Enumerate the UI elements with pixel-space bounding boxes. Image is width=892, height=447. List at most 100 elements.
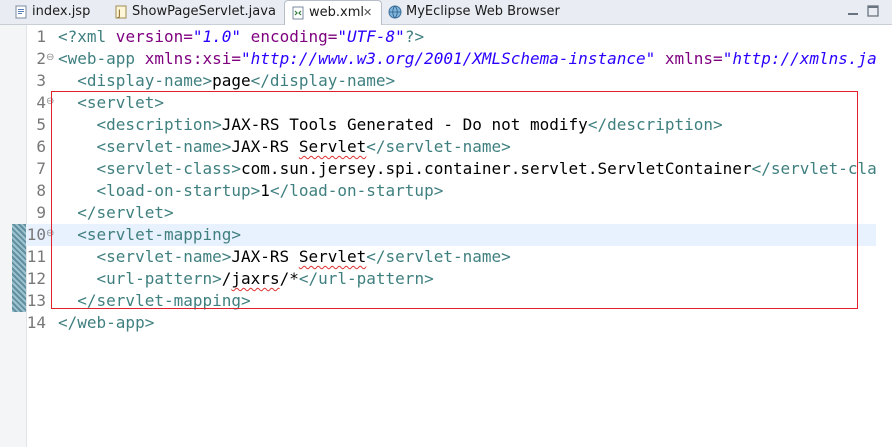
close-icon[interactable]: ✕ [363,3,372,23]
fold-toggle-icon[interactable]: ⊖ [46,97,54,107]
maximize-icon[interactable] [866,4,880,18]
code-line[interactable]: 9 </servlet> [0,202,892,224]
code-token: /* [279,269,299,288]
line-number: 2 [36,49,46,68]
minimize-icon[interactable] [846,4,860,18]
code-text: <display-name>page</display-name> [58,70,395,92]
code-token: Servlet [298,137,367,156]
tab-label: index.jsp [32,4,91,19]
fold-toggle-icon[interactable]: ⊖ [46,229,54,239]
line-number: 12 [26,269,46,288]
code-token: <servlet> [77,93,164,112]
code-token: com.sun.jersey.spi.container.servlet.Ser… [241,159,752,178]
code-text: <url-pattern>/jaxrs/*</url-pattern> [58,268,434,290]
code-line[interactable]: 7 <servlet-class>com.sun.jersey.spi.cont… [0,158,892,180]
code-token: xmlns= [655,49,723,68]
line-number: 4 [36,93,46,112]
code-token: 1 [260,181,270,200]
code-text: <load-on-startup>1</load-on-startup> [58,180,444,202]
code-token: </servlet-name> [366,247,511,266]
code-token: JAX-RS [231,137,299,156]
code-token: "http://xmlns.jav [722,49,887,68]
code-token: <url-pattern> [96,269,222,288]
code-line[interactable]: 3 <display-name>page</display-name> [0,70,892,92]
code-token: xml [77,27,107,46]
code-token: <servlet-name> [96,137,232,156]
tab-label: ShowPageServlet.java [132,4,276,19]
code-token: JAX-RS [231,247,299,266]
code-token: </description> [587,115,723,134]
line-number: 9 [36,203,46,222]
code-token: <? [58,27,78,46]
tab-web-xml[interactable]: web.xml ✕ [284,0,382,25]
code-token: </servlet-mapping> [77,291,251,310]
line-number: 10 [26,225,46,244]
code-token: encoding= [241,27,338,46]
code-line[interactable]: 6 <servlet-name>JAX-RS Servlet</servlet-… [0,136,892,158]
code-token: page [212,71,251,90]
xml-source-editor[interactable]: 1 <?xml version="1.0" encoding="UTF-8"?> 2… [0,25,892,447]
tab-label: MyEclipse Web Browser [406,4,560,19]
code-token: <description> [96,115,222,134]
code-line[interactable]: 12 <url-pattern>/jaxrs/*</url-pattern> [0,268,892,290]
code-line[interactable]: 8 <load-on-startup>1</load-on-startup> [0,180,892,202]
code-text: <servlet-name>JAX-RS Servlet</servlet-na… [58,246,511,268]
code-line[interactable]: 1 <?xml version="1.0" encoding="UTF-8"?> [0,26,892,48]
code-token: ?> [404,27,425,46]
code-text: <servlet-mapping> [58,224,241,246]
jsp-file-icon [15,5,27,19]
code-token: "UTF-8" [337,27,405,46]
fold-toggle-icon[interactable]: ⊖ [46,53,54,63]
code-token: "http://www.w3.org/2001/XMLSchema-instan… [241,49,656,68]
code-token: xmlns:xsi= [135,49,242,68]
svg-text:J: J [117,9,121,19]
line-number: 5 [36,115,46,134]
code-line[interactable]: 11 <servlet-name>JAX-RS Servlet</servlet… [0,246,892,268]
code-line[interactable]: 4 ⊖ <servlet> [0,92,892,114]
code-line[interactable]: 5 <description>JAX-RS Tools Generated - … [0,114,892,136]
code-token: <load-on-startup> [96,181,261,200]
code-token: </url-pattern> [298,269,434,288]
code-text: <web-app xmlns:xsi="http://www.w3.org/20… [58,48,886,70]
code-token: "1.0" [192,27,242,46]
globe-icon [388,5,402,19]
code-text: </servlet> [58,202,174,224]
code-line[interactable]: 2 ⊖ <web-app xmlns:xsi="http://www.w3.org/… [0,48,892,70]
editor-tab-bar: index.jsp J ShowPageServlet.java web.xml… [0,0,892,25]
line-number: 6 [36,137,46,156]
code-text: <servlet-class>com.sun.jersey.spi.contai… [58,158,892,180]
code-token: Servlet [298,247,367,266]
code-token: <display-name> [77,71,213,90]
tab-label: web.xml [309,5,364,20]
code-token: <servlet-class> [96,159,242,178]
line-number: 14 [26,313,46,332]
code-text: <?xml version="1.0" encoding="UTF-8"?> [58,26,424,48]
code-text: </servlet-mapping> [58,290,251,312]
code-token: version= [106,27,193,46]
code-line[interactable]: 10 ⊖ <servlet-mapping> [0,224,892,246]
code-token: <servlet-name> [96,247,232,266]
code-text: <servlet-name>JAX-RS Servlet</servlet-na… [58,136,511,158]
code-line[interactable]: 14 </web-app> [0,312,892,334]
line-number: 3 [36,71,46,90]
code-token: JAX-RS Tools Generated - Do not modify [221,115,588,134]
code-token: </display-name> [250,71,396,90]
code-token: </servlet-class> [751,159,892,178]
vertical-scrollbar[interactable] [876,25,892,447]
code-token: <web-app [58,49,136,68]
code-token: <servlet-mapping> [77,225,242,244]
code-line[interactable]: 13 </servlet-mapping> [0,290,892,312]
code-token: </servlet-name> [366,137,511,156]
code-token: </servlet> [77,203,174,222]
code-text: <description>JAX-RS Tools Generated - Do… [58,114,723,136]
